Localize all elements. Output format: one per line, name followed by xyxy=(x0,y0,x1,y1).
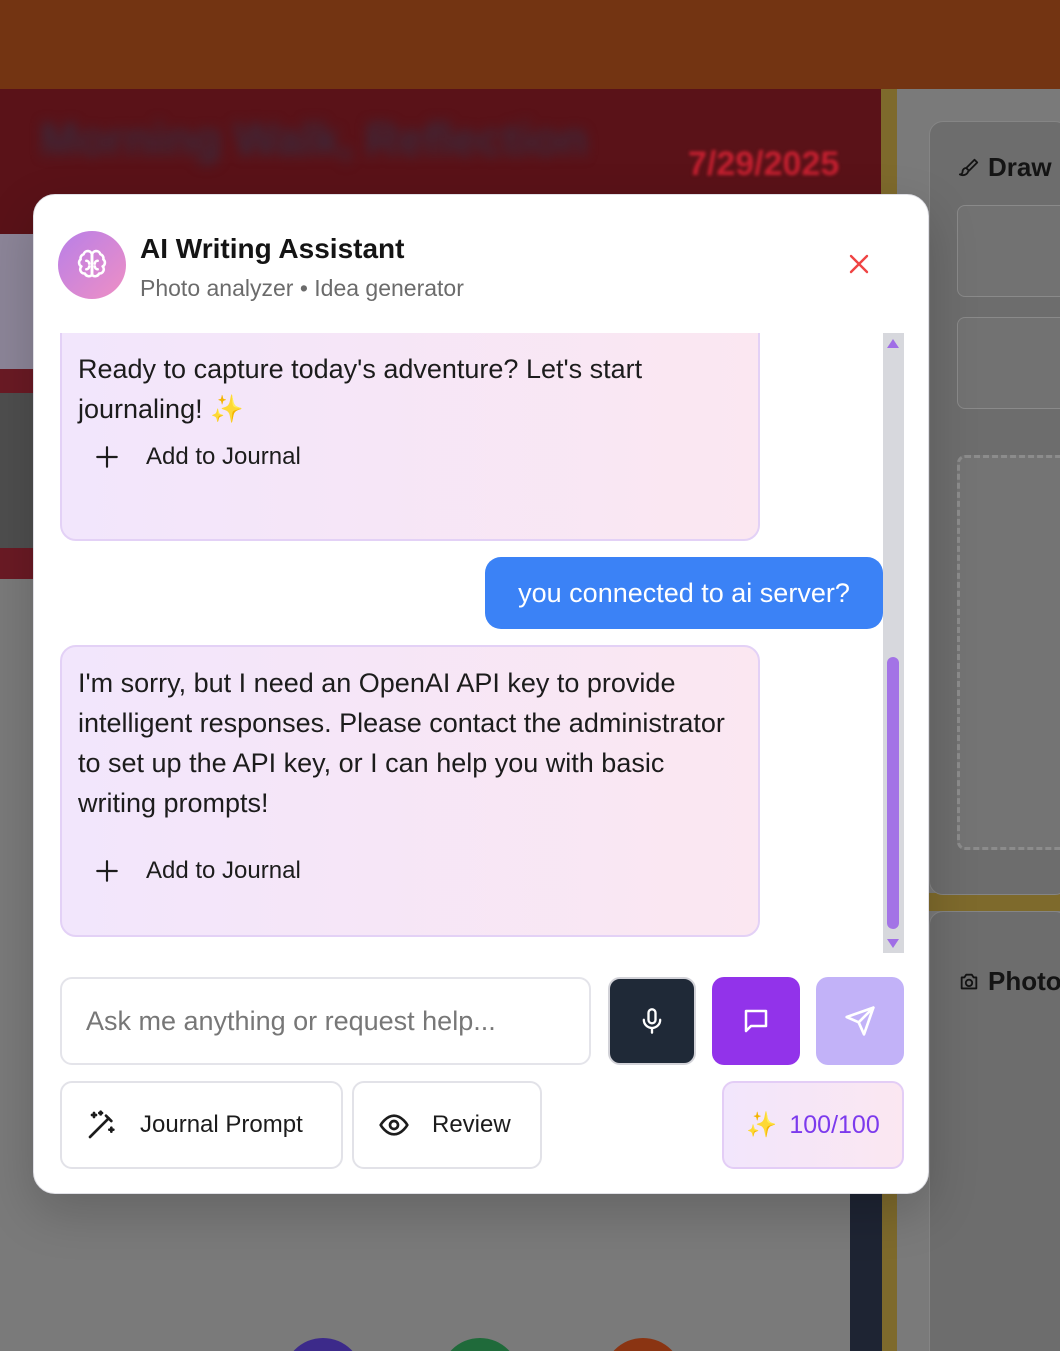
magic-wand-icon xyxy=(88,1110,115,1139)
add-to-journal-button[interactable]: Add to Journal xyxy=(94,443,301,471)
background-image xyxy=(0,393,34,548)
drawing-canvas[interactable] xyxy=(957,455,1060,850)
microphone-icon xyxy=(642,1008,662,1034)
journal-prompt-button[interactable]: Journal Prompt xyxy=(60,1081,343,1169)
app-top-bar xyxy=(0,0,1060,89)
user-message: you connected to ai server? xyxy=(485,557,883,629)
dialog-subtitle: Photo analyzer • Idea generator xyxy=(140,275,464,301)
camera-icon xyxy=(960,973,978,989)
journal-prompt-label: Journal Prompt xyxy=(140,1111,303,1138)
assistant-message: I'm sorry, but I need an OpenAI API key … xyxy=(60,645,760,937)
draw-panel-title: Draw xyxy=(988,152,1052,182)
scroll-thumb[interactable] xyxy=(887,657,899,929)
review-label: Review xyxy=(432,1111,511,1138)
brush-icon xyxy=(958,158,979,176)
eye-icon xyxy=(379,1114,409,1136)
add-to-journal-button[interactable]: Add to Journal xyxy=(94,857,301,885)
sparkles-icon: ✨ xyxy=(746,1110,778,1139)
draw-tool-slot[interactable] xyxy=(957,317,1060,409)
add-to-journal-label: Add to Journal xyxy=(146,443,301,470)
message-text: Ready to capture today's adventure? Let'… xyxy=(78,354,643,424)
add-to-journal-label: Add to Journal xyxy=(146,857,301,884)
send-icon xyxy=(845,1006,875,1036)
message-text: I'm sorry, but I need an OpenAI API key … xyxy=(78,668,725,818)
message-square-icon xyxy=(744,1009,768,1033)
plus-icon xyxy=(96,446,118,468)
color-swatch[interactable] xyxy=(283,1338,363,1351)
draw-tool-slot[interactable] xyxy=(957,205,1060,297)
send-button[interactable] xyxy=(816,977,904,1065)
review-button[interactable]: Review xyxy=(352,1081,542,1169)
scroll-down-arrow[interactable] xyxy=(887,939,899,948)
assistant-avatar xyxy=(58,231,126,299)
message-input[interactable] xyxy=(60,977,591,1065)
color-swatch[interactable] xyxy=(603,1338,683,1351)
background-card xyxy=(0,234,34,369)
chat-mode-button[interactable] xyxy=(712,977,800,1065)
dialog-title: AI Writing Assistant xyxy=(140,233,405,264)
color-swatch[interactable] xyxy=(440,1338,520,1351)
entry-title: Morning Walk, Reflection xyxy=(40,113,588,165)
credits-count: 100/100 xyxy=(789,1110,880,1139)
ai-assistant-dialog: AI Writing Assistant Photo analyzer • Id… xyxy=(33,194,929,1194)
brain-icon xyxy=(77,249,107,278)
credits-badge: ✨ 100/100 xyxy=(722,1081,904,1169)
close-button[interactable] xyxy=(840,245,878,283)
photo-panel: Photo xyxy=(929,911,1060,1351)
message-list: Ready to capture today's adventure? Let'… xyxy=(34,333,904,953)
plus-icon xyxy=(96,860,118,882)
message-scrollbar[interactable] xyxy=(883,333,904,953)
photo-panel-title: Photo xyxy=(988,966,1060,996)
draw-panel: Draw xyxy=(929,121,1060,895)
assistant-message: Ready to capture today's adventure? Let'… xyxy=(60,333,760,541)
entry-date: 7/29/2025 xyxy=(688,145,840,183)
close-icon xyxy=(849,254,869,274)
voice-input-button[interactable] xyxy=(608,977,696,1065)
scroll-up-arrow[interactable] xyxy=(887,339,899,348)
background-column xyxy=(850,1190,882,1351)
